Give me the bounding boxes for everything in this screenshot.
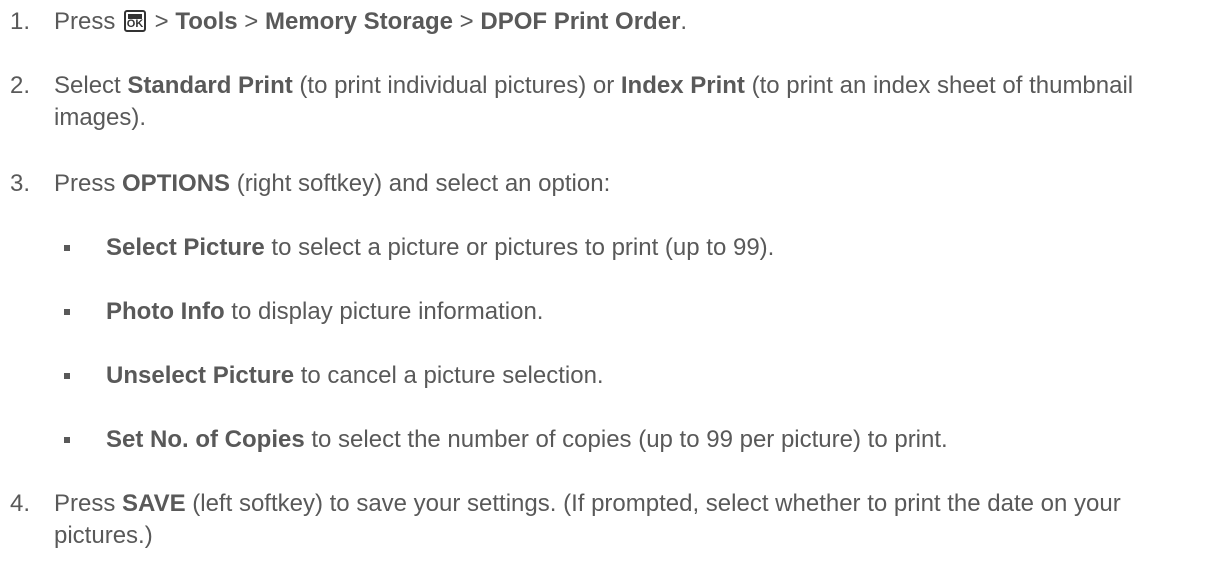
step-text-fragment: . (680, 8, 688, 35)
step-1: 1. Press OK > Tools > Memory Storage > D… (10, 6, 1200, 38)
step-text-fragment: (left softkey) to save your settings. (I… (54, 490, 1121, 549)
option-name: Select Picture (106, 234, 265, 261)
step-number: 1. (10, 8, 31, 35)
option-item: Unselect Picture to cancel a picture sel… (64, 360, 1206, 392)
bullet-icon (64, 437, 70, 443)
option-description: to select a picture or pictures to print… (264, 234, 775, 261)
option-item: Set No. of Copies to select the number o… (64, 424, 1206, 456)
step-text-fragment: (to print individual pictures) or (292, 72, 621, 99)
step-text: Select Standard Print (to print individu… (54, 70, 1200, 134)
step-text-fragment: (right softkey) and select an option: (230, 170, 611, 197)
step-number: 2. (10, 72, 31, 99)
step-text-fragment: Press (54, 170, 123, 197)
step-2: 2. Select Standard Print (to print indiv… (10, 70, 1200, 134)
option-name: Set No. of Copies (106, 426, 305, 453)
step-4: 4. Press SAVE (left softkey) to save you… (10, 488, 1200, 552)
option-description: to cancel a picture selection. (294, 362, 604, 389)
menu-ok-key-icon: OK (124, 10, 147, 32)
options-softkey: OPTIONS (122, 170, 231, 197)
option-name: Unselect Picture (106, 362, 295, 389)
menu-path-memory-storage: Memory Storage (264, 8, 454, 35)
step-text: Press OPTIONS (right softkey) and select… (54, 168, 1200, 200)
step-text: Press SAVE (left softkey) to save your s… (54, 488, 1200, 552)
step-text-fragment: Press (54, 8, 123, 35)
step-number: 3. (10, 170, 31, 197)
ok-key-label: OK (126, 18, 144, 30)
option-item: Photo Info to display picture informatio… (64, 296, 1206, 328)
step-text: Press OK > Tools > Memory Storage > DPOF… (54, 6, 1200, 38)
step-text-fragment: > (237, 8, 265, 35)
instructions-page: 1. Press OK > Tools > Memory Storage > D… (0, 0, 1220, 576)
bullet-icon (64, 309, 70, 315)
option-description: to display picture information. (224, 298, 544, 325)
option-index-print: Index Print (620, 72, 745, 99)
step-3: 3. Press OPTIONS (right softkey) and sel… (10, 168, 1200, 200)
menu-path-dpof-print-order: DPOF Print Order (480, 8, 681, 35)
menu-path-tools: Tools (175, 8, 238, 35)
bullet-icon (64, 373, 70, 379)
step-text-fragment: > (453, 8, 481, 35)
save-softkey: SAVE (122, 490, 186, 517)
step-number: 4. (10, 490, 31, 517)
option-description: to select the number of copies (up to 99… (304, 426, 948, 453)
option-item: Select Picture to select a picture or pi… (64, 232, 1206, 264)
option-name: Photo Info (106, 298, 225, 325)
step-text-fragment: Press (54, 490, 123, 517)
bullet-icon (64, 245, 70, 251)
step-text-fragment: > (148, 8, 176, 35)
step-text-fragment: Select (54, 72, 128, 99)
option-standard-print: Standard Print (127, 72, 293, 99)
